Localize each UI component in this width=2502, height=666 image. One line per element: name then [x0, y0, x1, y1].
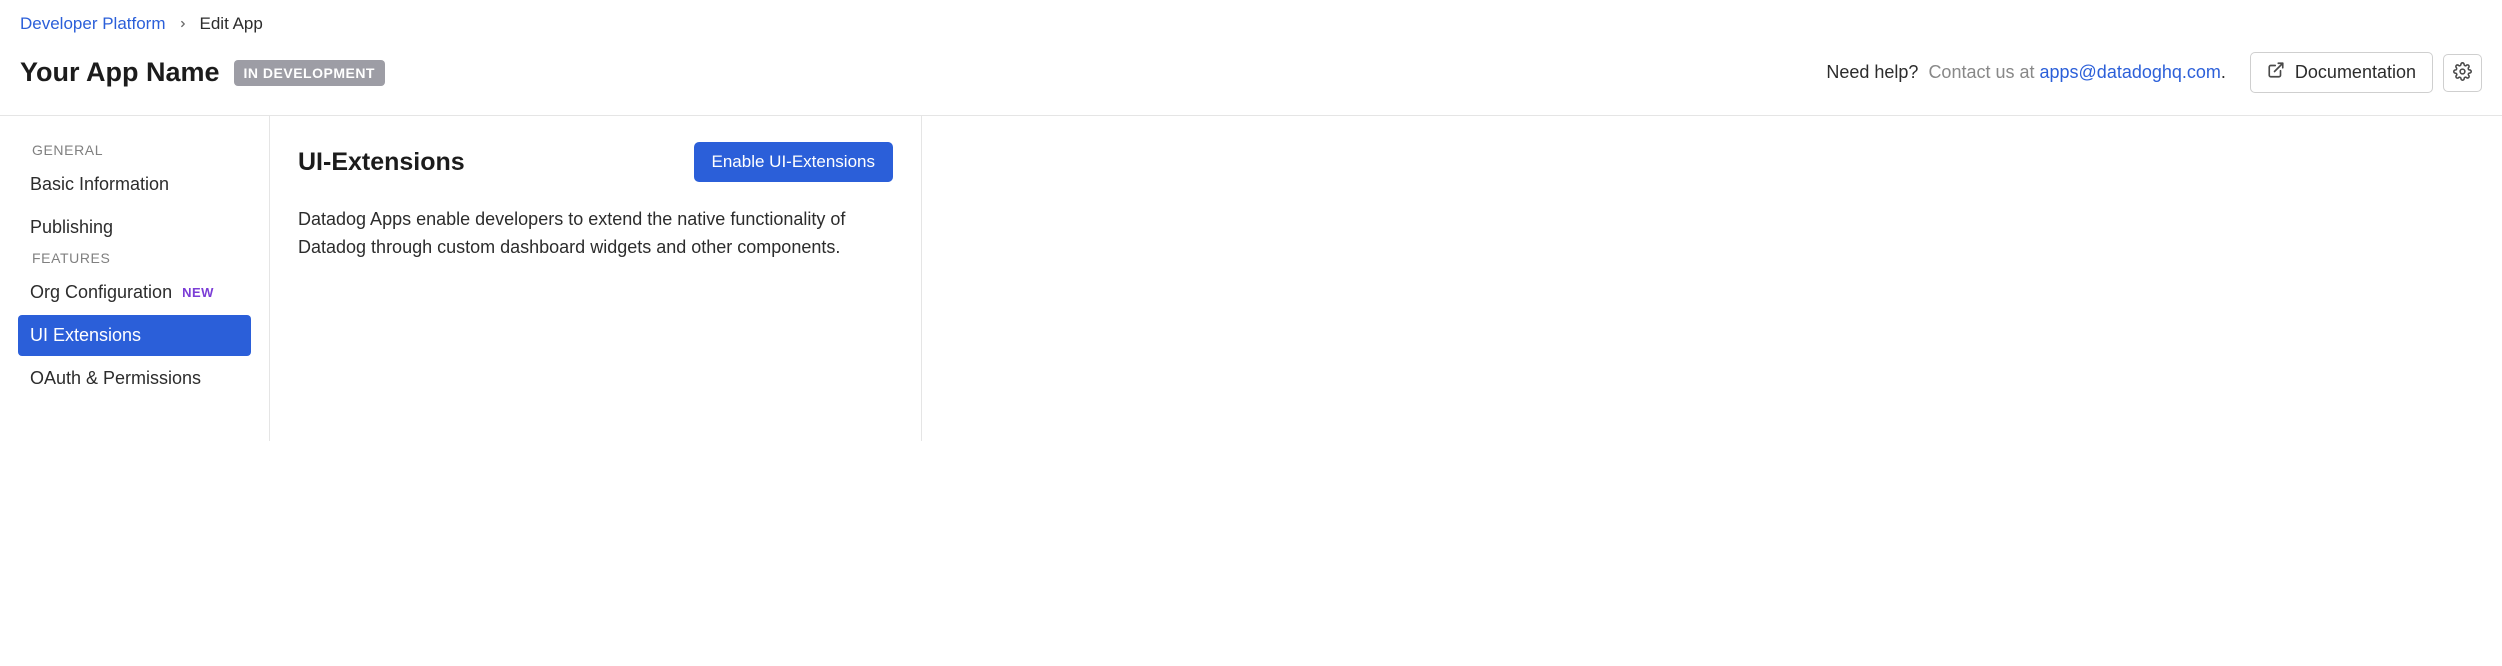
- help-label: Need help?: [1826, 62, 1918, 83]
- external-link-icon: [2267, 61, 2285, 84]
- page-header: Your App Name IN DEVELOPMENT Need help? …: [0, 44, 2502, 116]
- main-title: UI-Extensions: [298, 148, 465, 177]
- sidebar-item-ui-extensions[interactable]: UI Extensions: [18, 315, 251, 356]
- main-content: UI-Extensions Enable UI-Extensions Datad…: [270, 116, 922, 441]
- chevron-right-icon: [178, 16, 188, 33]
- sidebar-item-label: UI Extensions: [30, 325, 141, 346]
- help-period: .: [2221, 62, 2226, 82]
- sidebar-header-general: GENERAL: [30, 142, 251, 158]
- documentation-button[interactable]: Documentation: [2250, 52, 2433, 93]
- main-description: Datadog Apps enable developers to extend…: [298, 206, 893, 262]
- sidebar-item-org-configuration[interactable]: Org Configuration NEW: [18, 272, 251, 313]
- sidebar-item-label: OAuth & Permissions: [30, 368, 201, 389]
- sidebar-item-label: Basic Information: [30, 174, 169, 195]
- gear-icon: [2453, 62, 2472, 84]
- new-badge: NEW: [182, 285, 214, 300]
- settings-button[interactable]: [2443, 54, 2482, 92]
- sidebar-item-oauth-permissions[interactable]: OAuth & Permissions: [18, 358, 251, 399]
- breadcrumb-current: Edit App: [200, 14, 263, 34]
- sidebar-item-label: Publishing: [30, 217, 113, 238]
- contact-label: Contact us at: [1928, 62, 2039, 82]
- documentation-label: Documentation: [2295, 62, 2416, 83]
- page-title: Your App Name: [20, 57, 220, 88]
- sidebar-item-publishing[interactable]: Publishing: [18, 207, 251, 248]
- sidebar: GENERAL Basic Information Publishing FEA…: [0, 116, 270, 441]
- breadcrumb: Developer Platform Edit App: [0, 0, 2502, 44]
- enable-ui-extensions-button[interactable]: Enable UI-Extensions: [694, 142, 893, 182]
- sidebar-item-label: Org Configuration: [30, 282, 172, 303]
- help-email-link[interactable]: apps@datadoghq.com: [2040, 62, 2221, 82]
- sidebar-item-basic-information[interactable]: Basic Information: [18, 164, 251, 205]
- status-badge: IN DEVELOPMENT: [234, 60, 385, 86]
- breadcrumb-root-link[interactable]: Developer Platform: [20, 14, 166, 34]
- sidebar-header-features: FEATURES: [30, 250, 251, 266]
